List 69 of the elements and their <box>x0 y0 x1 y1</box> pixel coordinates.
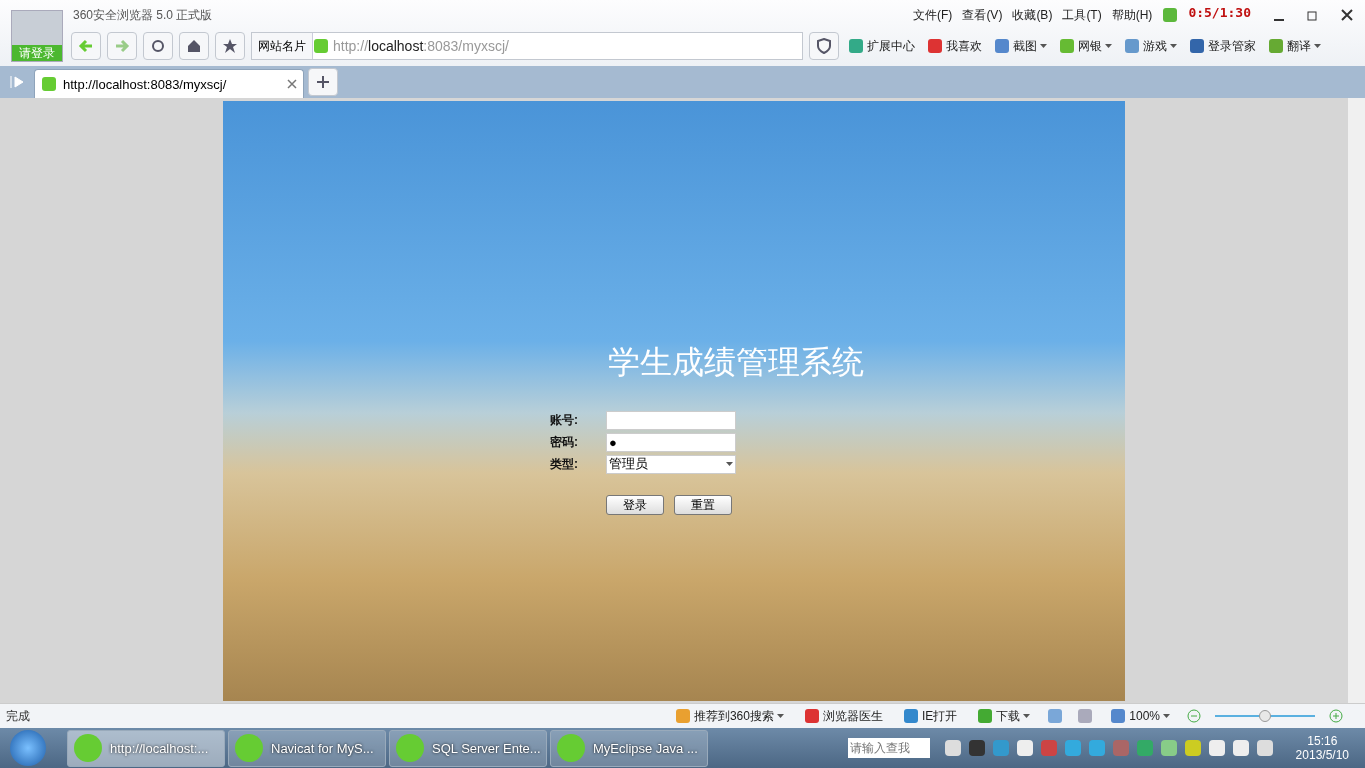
field-label: 类型: <box>550 455 579 473</box>
address-bar[interactable]: 网站名片 http://localhost:8083/myxscj/ <box>251 32 803 60</box>
back-button[interactable] <box>71 32 101 60</box>
caret-icon <box>1040 44 1047 48</box>
menu-item[interactable]: 工具(T) <box>1062 6 1102 24</box>
caret-icon <box>1105 44 1112 48</box>
shield-icon <box>816 38 832 54</box>
toolbar-button[interactable]: 翻译 <box>1265 37 1324 55</box>
shield-button[interactable] <box>809 32 839 60</box>
new-tab-button[interactable] <box>308 68 338 96</box>
clock-time: 15:16 <box>1307 734 1338 748</box>
menu-item[interactable]: 帮助(H) <box>1111 6 1153 24</box>
refresh-button[interactable] <box>143 32 173 60</box>
forward-arrow-icon <box>114 38 130 54</box>
minimize-icon <box>1273 18 1285 21</box>
toolbar-button[interactable]: 游戏 <box>1121 37 1180 55</box>
type-select[interactable]: 管理员 <box>606 454 736 474</box>
status-button[interactable]: IE打开 <box>899 707 961 725</box>
caret-icon <box>1170 44 1177 48</box>
toolbar-button[interactable]: 登录管家 <box>1186 37 1259 55</box>
toolbar-button[interactable]: 扩展中心 <box>845 37 918 55</box>
field-label: 密码: <box>550 433 579 451</box>
status-button[interactable]: 推荐到360搜索 <box>671 707 787 725</box>
status-button[interactable]: 浏览器医生 <box>800 707 886 725</box>
site-card-button[interactable]: 网站名片 <box>252 33 313 59</box>
scrollbar[interactable] <box>1348 98 1365 703</box>
url-text: http://localhost:8083/myxscj/ <box>333 38 510 54</box>
plus-icon <box>317 76 329 88</box>
sidebar-toggle-icon[interactable] <box>10 75 26 89</box>
clock-date: 2013/5/10 <box>1295 748 1349 762</box>
close-icon[interactable] <box>287 79 297 89</box>
home-button[interactable] <box>179 32 209 60</box>
field-label: 账号: <box>550 411 579 429</box>
start-button[interactable] <box>10 730 46 766</box>
caret-icon <box>1163 714 1170 718</box>
caret-icon <box>1023 714 1031 718</box>
menu-item[interactable]: 查看(V) <box>962 6 1003 24</box>
page-title: 学生成绩管理系统 <box>608 342 864 383</box>
close-icon <box>1341 8 1353 21</box>
window-title: 360安全浏览器 5.0 正式版 <box>73 6 213 24</box>
toolbar-button[interactable]: 截图 <box>991 37 1050 55</box>
zoom-button[interactable]: 100% <box>1107 708 1173 724</box>
home-icon <box>186 38 202 54</box>
caret-icon <box>776 714 784 718</box>
toolbar-button[interactable]: 我喜欢 <box>924 37 985 55</box>
favorite-button[interactable] <box>215 32 245 60</box>
status-button[interactable]: 下载 <box>974 707 1034 725</box>
browser-tab[interactable]: http://localhost:8083/myxscj/ <box>34 69 304 98</box>
zoom-out-icon[interactable] <box>1187 709 1201 723</box>
back-arrow-icon <box>78 38 94 54</box>
recording-timer: 0:5/1:30 <box>1188 4 1251 20</box>
search-field[interactable]: 请输入查我 <box>847 738 930 758</box>
status-text: 完成 <box>6 707 30 725</box>
forward-button[interactable] <box>107 32 137 60</box>
form-button[interactable]: 登录 <box>606 495 664 515</box>
refresh-icon <box>150 38 166 54</box>
input-field[interactable]: ● <box>606 432 736 452</box>
toolbar-button[interactable]: 网银 <box>1056 37 1115 55</box>
star-icon <box>222 38 238 54</box>
menu-item[interactable]: 收藏(B) <box>1012 6 1053 24</box>
caret-icon <box>1314 44 1321 48</box>
restore-icon <box>1307 8 1319 21</box>
menu-item[interactable]: 文件(F) <box>913 6 953 24</box>
caret-icon <box>726 462 733 466</box>
input-field[interactable] <box>606 410 736 430</box>
slider-thumb[interactable] <box>1259 710 1271 722</box>
login-label: 请登录 <box>12 45 62 61</box>
zoom-in-icon[interactable] <box>1329 709 1343 723</box>
form-button[interactable]: 重置 <box>674 495 732 515</box>
